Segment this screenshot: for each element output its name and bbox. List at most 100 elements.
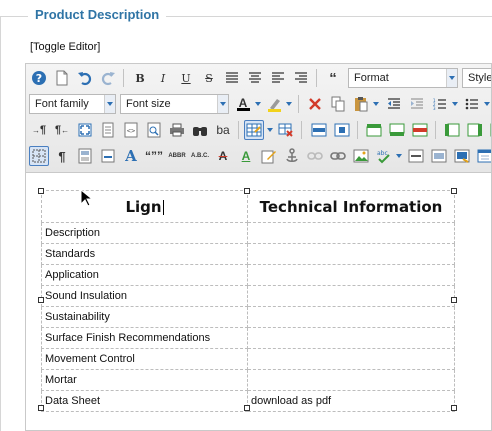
highlight-color-icon[interactable] [264, 94, 284, 114]
delete-row-icon[interactable] [410, 120, 430, 140]
numbered-list-icon[interactable]: 123 [430, 94, 450, 114]
attributes-icon[interactable] [259, 146, 279, 166]
visual-aid-icon[interactable] [29, 146, 49, 166]
layer-icon[interactable] [429, 146, 449, 166]
spellcheck-icon[interactable]: abc [374, 146, 394, 166]
content-table[interactable]: Lign Technical Information Description St… [41, 190, 455, 412]
table-row-value-cell[interactable] [247, 264, 455, 286]
image-icon[interactable] [351, 146, 371, 166]
highlight-color-dropdown[interactable] [284, 94, 293, 114]
ltr-button[interactable]: → ¶ [29, 120, 49, 140]
link-icon[interactable] [328, 146, 348, 166]
resize-handle[interactable] [244, 188, 250, 194]
table-row-value-cell[interactable] [247, 348, 455, 370]
table-row-label-cell[interactable]: Description [41, 222, 248, 244]
replace-button[interactable]: ba [213, 120, 233, 140]
insert-col-before-icon[interactable] [442, 120, 462, 140]
table-row-label-cell[interactable]: Sustainability [41, 306, 248, 328]
unlink-icon[interactable] [305, 146, 325, 166]
table-cell-props-icon[interactable] [332, 120, 352, 140]
table-row-value-cell[interactable] [247, 369, 455, 391]
preview-icon[interactable] [144, 120, 164, 140]
table-row-value-cell[interactable] [247, 243, 455, 265]
page-break-icon[interactable] [98, 146, 118, 166]
cite-button[interactable]: “”” [144, 146, 164, 166]
delete-col-icon[interactable] [488, 120, 491, 140]
table-row-label-cell[interactable]: Sound Insulation [41, 285, 248, 307]
align-center-icon[interactable] [245, 68, 265, 88]
show-blocks-button[interactable]: ¶ [52, 146, 72, 166]
resize-handle[interactable] [38, 188, 44, 194]
table-row-value-cell[interactable] [247, 327, 455, 349]
align-right-icon[interactable] [291, 68, 311, 88]
table-row-label-cell[interactable]: Application [41, 264, 248, 286]
horizontal-rule-icon[interactable] [406, 146, 426, 166]
resize-handle[interactable] [38, 297, 44, 303]
find-icon[interactable] [190, 120, 210, 140]
italic-button[interactable]: I [153, 68, 173, 88]
table-row-value-cell[interactable] [247, 306, 455, 328]
font-style-button[interactable]: A [121, 146, 141, 166]
text-color-dropdown[interactable] [253, 94, 262, 114]
spellcheck-dropdown[interactable] [394, 146, 403, 166]
fullscreen-icon[interactable] [75, 120, 95, 140]
paste-text-icon[interactable] [98, 120, 118, 140]
bullet-list-icon[interactable] [462, 94, 482, 114]
table-row-label-cell[interactable]: Surface Finish Recommendations [41, 327, 248, 349]
paste-icon[interactable] [351, 94, 371, 114]
anchor-icon[interactable] [282, 146, 302, 166]
insert-table-icon[interactable] [244, 120, 264, 140]
styles-select[interactable]: Styles [462, 68, 491, 88]
cut-icon[interactable] [305, 94, 325, 114]
abbr-button[interactable]: ABBR [167, 146, 187, 166]
table-row-label-cell[interactable]: Mortar [41, 369, 248, 391]
insert-row-after-icon[interactable] [387, 120, 407, 140]
rtl-button[interactable]: ¶ ← [52, 120, 72, 140]
table-row-props-icon[interactable] [309, 120, 329, 140]
copy-icon[interactable] [328, 94, 348, 114]
toggle-editor-link[interactable]: [Toggle Editor] [30, 41, 100, 53]
underline-button[interactable]: U [176, 68, 196, 88]
insert-col-after-icon[interactable] [465, 120, 485, 140]
insert-row-before-icon[interactable] [364, 120, 384, 140]
blockquote-button[interactable]: “ [323, 68, 343, 88]
align-left-icon[interactable] [268, 68, 288, 88]
resize-handle[interactable] [38, 405, 44, 411]
format-select[interactable]: Format [348, 68, 458, 88]
resize-handle[interactable] [244, 405, 250, 411]
media-icon[interactable] [452, 146, 472, 166]
table-row-label-cell[interactable]: Data Sheet [41, 390, 248, 412]
resize-handle[interactable] [451, 297, 457, 303]
bullet-list-dropdown[interactable] [482, 94, 491, 114]
acronym-button[interactable]: A.B.C. [190, 146, 210, 166]
resize-handle[interactable] [451, 405, 457, 411]
redo-icon[interactable] [98, 68, 118, 88]
help-icon[interactable]: ? [29, 68, 49, 88]
align-justify-icon[interactable] [222, 68, 242, 88]
outdent-icon[interactable] [384, 94, 404, 114]
editor-content-area[interactable]: Lign Technical Information Description St… [26, 174, 491, 430]
table-header-cell[interactable]: Technical Information [247, 190, 455, 223]
font-size-select[interactable]: Font size [120, 94, 229, 114]
insert-mark-icon[interactable]: A [236, 146, 256, 166]
paste-dropdown[interactable] [371, 94, 380, 114]
table-row-label-cell[interactable]: Standards [41, 243, 248, 265]
table-header-cell[interactable]: Lign [41, 190, 248, 223]
template-icon[interactable] [75, 146, 95, 166]
print-icon[interactable] [167, 120, 187, 140]
table-row-value-cell[interactable] [247, 222, 455, 244]
insert-table-dropdown[interactable] [265, 120, 274, 140]
font-family-select[interactable]: Font family [29, 94, 116, 114]
insert-date-icon[interactable] [475, 146, 491, 166]
strikethrough-button[interactable]: S [199, 68, 219, 88]
table-row-label-cell[interactable]: Movement Control [41, 348, 248, 370]
new-document-icon[interactable] [52, 68, 72, 88]
bold-button[interactable]: B [130, 68, 150, 88]
table-row-value-cell[interactable] [247, 285, 455, 307]
resize-handle[interactable] [451, 188, 457, 194]
source-code-icon[interactable]: <> [121, 120, 141, 140]
delete-table-icon[interactable] [276, 120, 296, 140]
indent-icon[interactable] [407, 94, 427, 114]
remove-format-button[interactable]: A [213, 146, 233, 166]
undo-icon[interactable] [75, 68, 95, 88]
